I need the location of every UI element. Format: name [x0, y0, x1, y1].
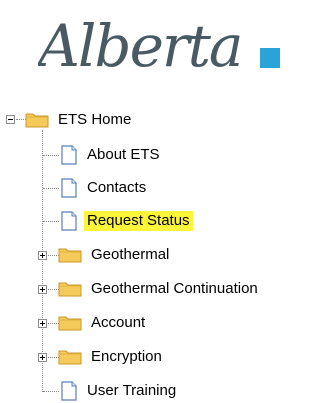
- tree-connector-line: [43, 188, 59, 189]
- folder-icon: [58, 282, 82, 297]
- expand-toggle-icon[interactable]: [38, 353, 47, 362]
- tree-label: User Training: [87, 382, 177, 399]
- folder-icon: [58, 316, 82, 331]
- page-icon: [61, 381, 77, 401]
- tree-connector-line: [43, 221, 59, 222]
- page-icon: [61, 211, 77, 231]
- tree-connector-line: [43, 155, 59, 156]
- expand-toggle-icon[interactable]: [38, 251, 47, 260]
- tree-root-ets-home[interactable]: ETS Home: [25, 109, 134, 131]
- tree-label: Contacts: [87, 179, 147, 196]
- collapse-toggle-icon[interactable]: [6, 115, 15, 124]
- folder-icon: [58, 248, 82, 263]
- expand-toggle-icon[interactable]: [38, 285, 47, 294]
- tree-item-contacts[interactable]: Contacts: [58, 177, 149, 199]
- folder-icon: [58, 350, 82, 365]
- page-icon: [61, 145, 77, 165]
- tree-item-geothermal[interactable]: Geothermal: [58, 244, 172, 266]
- tree-label-selected: Request Status: [84, 211, 193, 231]
- expand-toggle-icon[interactable]: [38, 319, 47, 328]
- tree-item-about-ets[interactable]: About ETS: [58, 144, 163, 166]
- tree-label: Geothermal Continuation: [91, 280, 258, 297]
- tree-item-user-training[interactable]: User Training: [58, 380, 179, 402]
- tree-connector-line: [43, 391, 59, 392]
- tree-label: ETS Home: [58, 111, 132, 128]
- tree-item-account[interactable]: Account: [58, 312, 148, 334]
- tree-label: Geothermal: [91, 246, 170, 263]
- tree-item-geothermal-continuation[interactable]: Geothermal Continuation: [58, 278, 261, 300]
- tree-item-encryption[interactable]: Encryption: [58, 346, 165, 368]
- page-icon: [61, 178, 77, 198]
- tree-label: About ETS: [87, 146, 160, 163]
- ets-navigation-tree: ETS Home About ETS Contacts Request Stat…: [0, 0, 328, 403]
- tree-label: Encryption: [91, 348, 162, 365]
- tree-label: Account: [91, 314, 146, 331]
- tree-item-request-status[interactable]: Request Status: [58, 210, 193, 232]
- folder-icon: [25, 113, 49, 128]
